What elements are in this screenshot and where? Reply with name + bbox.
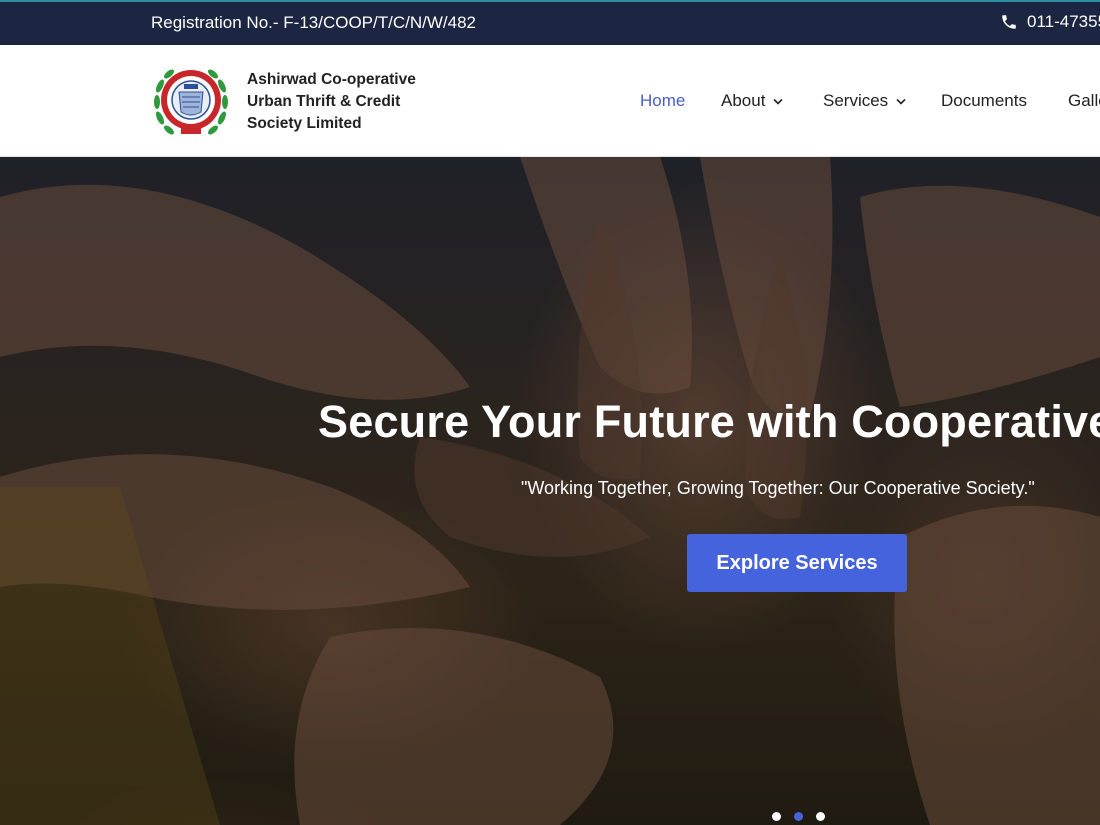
carousel-dot-3[interactable]	[816, 812, 825, 821]
chevron-down-icon	[896, 98, 906, 105]
brand-line-1: Ashirwad Co-operative	[247, 71, 416, 88]
nav-item-documents-label: Documents	[941, 91, 1027, 110]
nav-item-about-label: About	[721, 91, 766, 110]
hero-title: Secure Your Future with Cooperative	[318, 396, 1100, 447]
nav-item-home-label: Home	[640, 91, 686, 110]
main-navigation: Home About Services Documents Gallery	[0, 91, 1100, 115]
nav-item-services[interactable]: Services	[823, 91, 906, 111]
phone-contact[interactable]: 011-47355	[1000, 12, 1100, 32]
carousel-dot-1[interactable]	[772, 812, 781, 821]
nav-item-services-label: Services	[823, 91, 889, 110]
nav-item-gallery-label: Gallery	[1068, 91, 1100, 110]
carousel-dot-2[interactable]	[794, 812, 803, 821]
nav-item-documents[interactable]: Documents	[941, 91, 1027, 111]
nav-item-home[interactable]: Home	[640, 91, 685, 111]
explore-services-button[interactable]: Explore Services	[687, 534, 907, 592]
phone-number[interactable]: 011-47355	[1027, 12, 1100, 32]
registration-number: Registration No.- F-13/COOP/T/C/N/W/482	[151, 13, 476, 32]
nav-item-about[interactable]: About	[721, 91, 784, 111]
brand-line-3: Society Limited	[247, 115, 362, 132]
nav-item-gallery[interactable]: Gallery	[1068, 91, 1100, 111]
site-header: Ashirwad Co-operative Urban Thrift & Cre…	[0, 45, 1100, 157]
chevron-down-icon	[773, 98, 784, 105]
carousel-indicators	[772, 812, 825, 821]
phone-icon	[1002, 15, 1016, 29]
hero-banner: Secure Your Future with Cooperative "Wor…	[0, 157, 1100, 825]
top-info-bar: Registration No.- F-13/COOP/T/C/N/W/482 …	[0, 0, 1100, 45]
hero-subtitle: "Working Together, Growing Together: Our…	[521, 478, 1035, 498]
